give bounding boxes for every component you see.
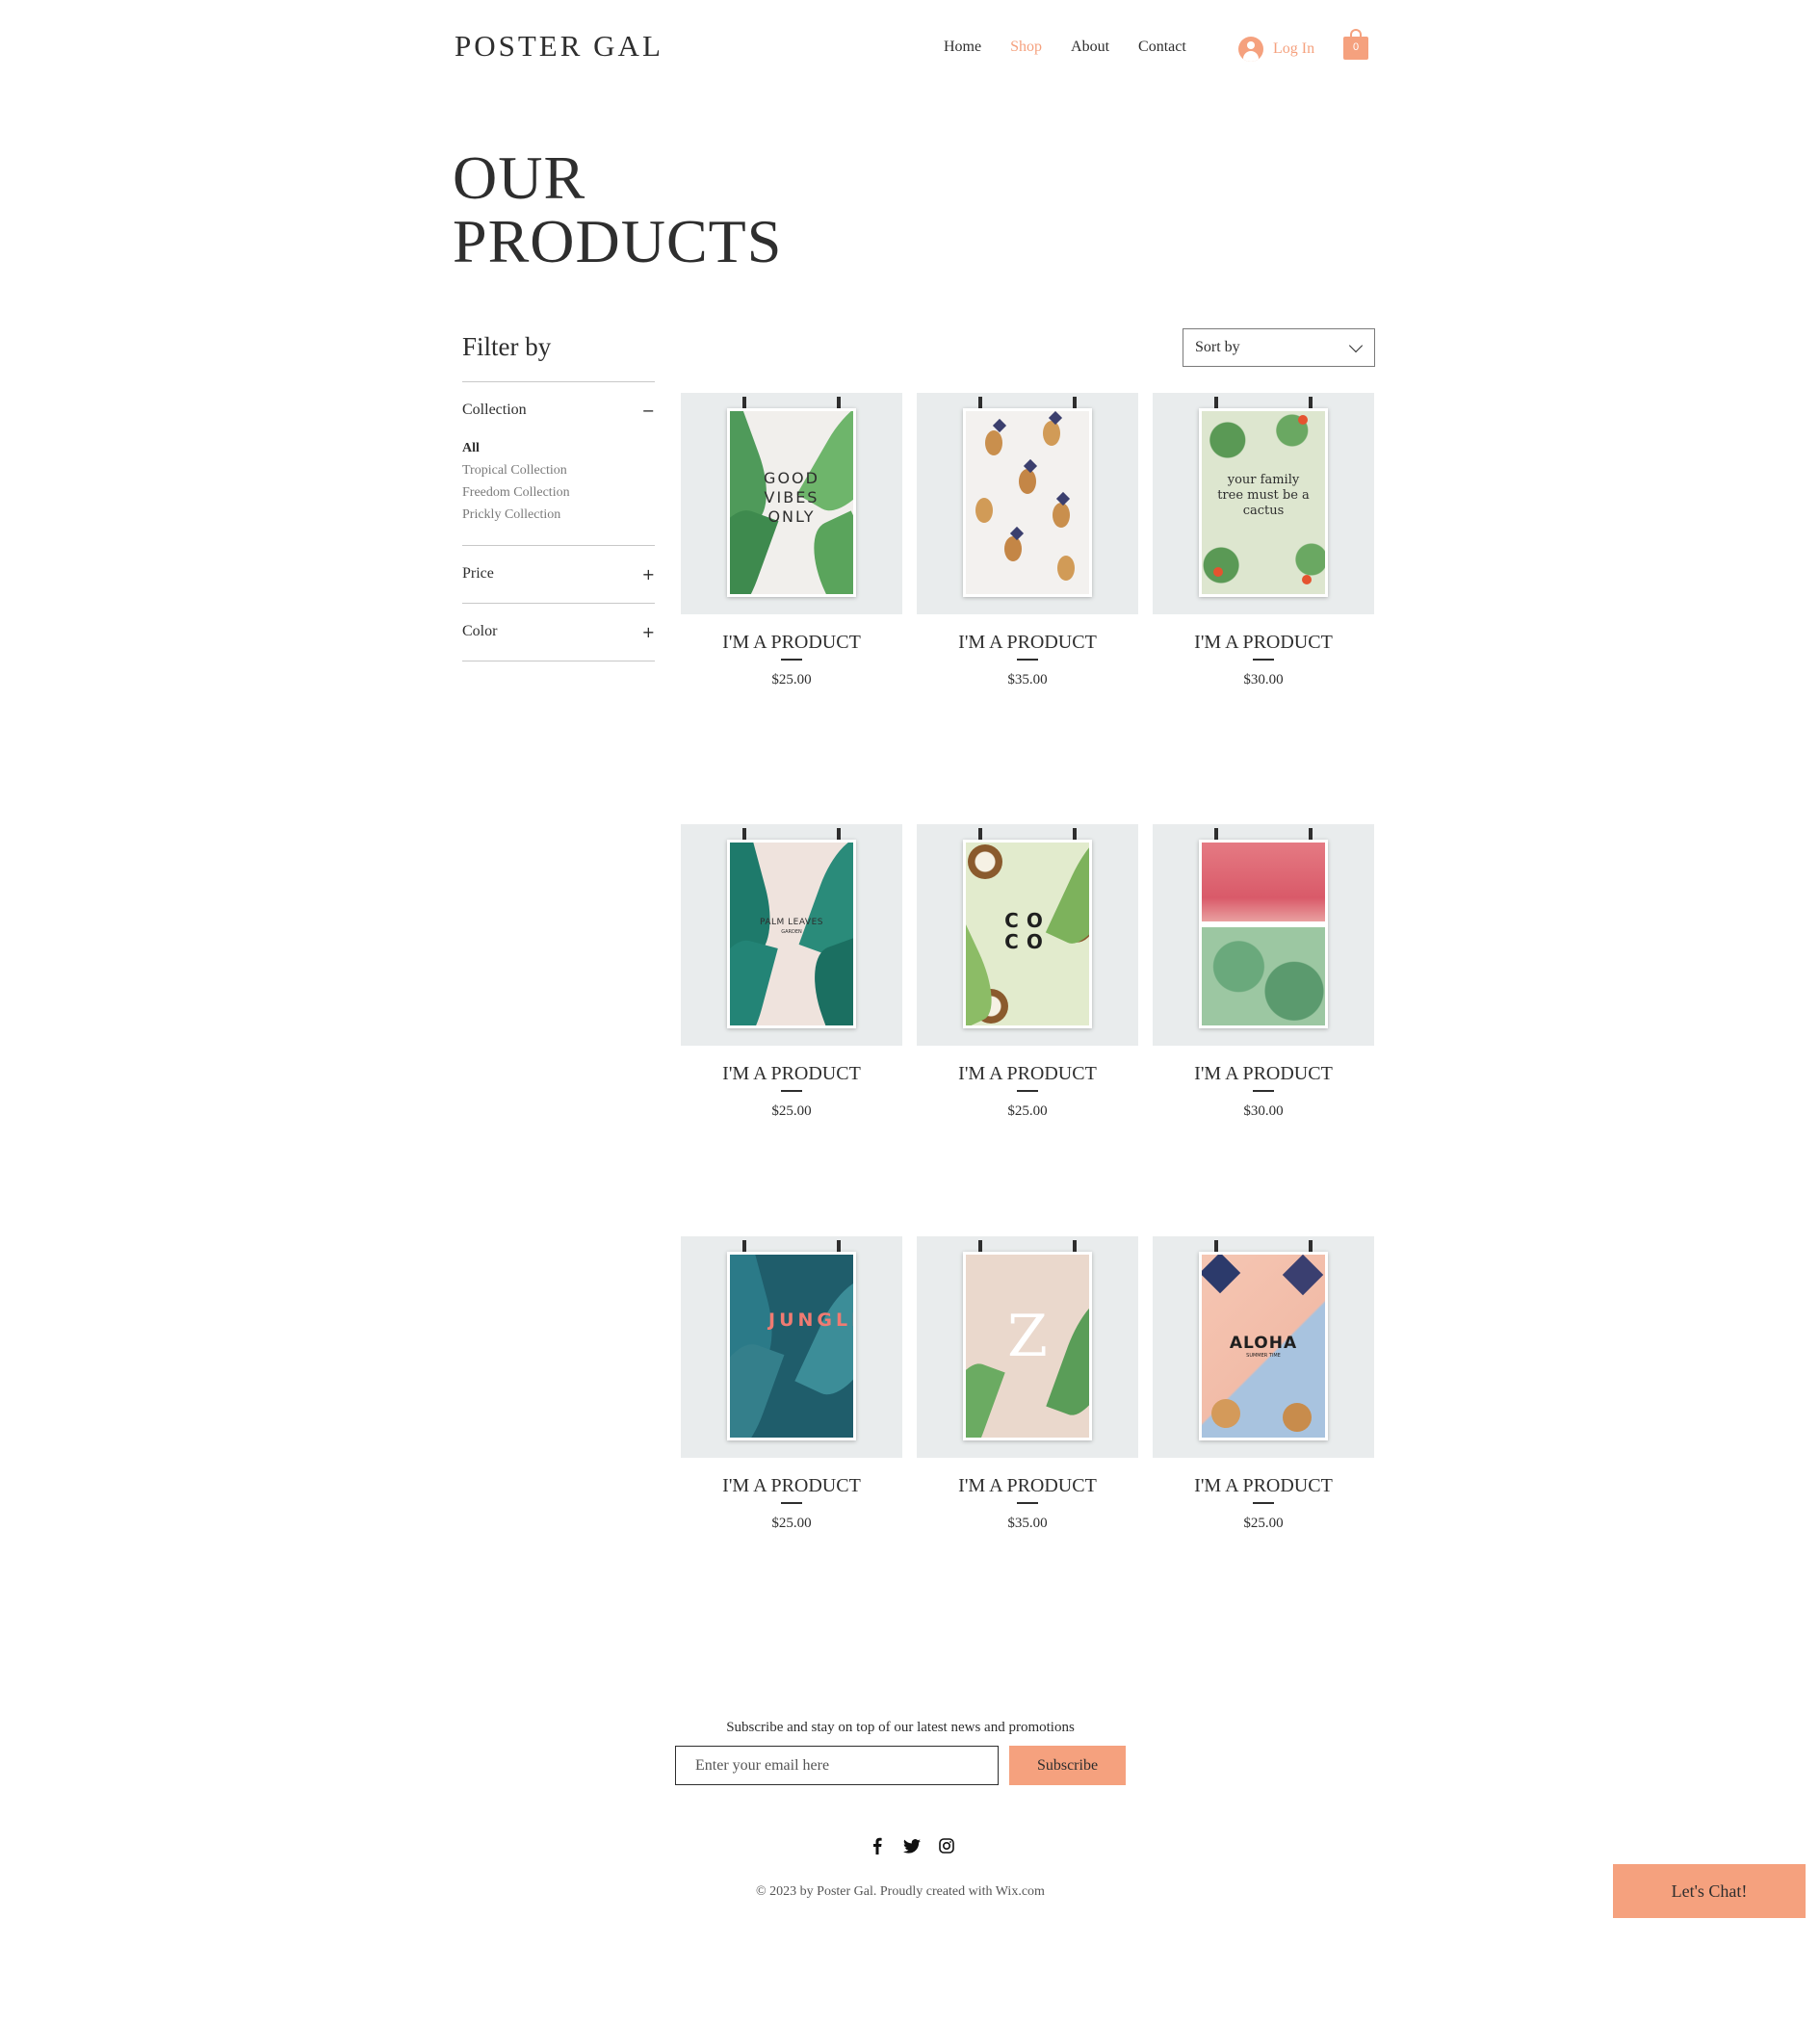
minus-icon: − [641,402,655,420]
cart-button[interactable]: 0 [1343,29,1368,60]
chat-button[interactable]: Let's Chat! [1613,1864,1806,1918]
collection-item-prickly[interactable]: Prickly Collection [462,504,655,526]
poster-art: GOOD VIBES ONLY [727,408,856,597]
product-price: $25.00 [1243,1516,1284,1531]
email-input[interactable] [675,1746,999,1785]
subscribe-button[interactable]: Subscribe [1009,1746,1126,1785]
nav-shop[interactable]: Shop [1010,39,1042,56]
product-card[interactable]: your family tree must be a cactus I'M A … [1153,393,1374,688]
product-card[interactable]: I'M A PRODUCT $35.00 [917,393,1138,688]
product-price: $35.00 [1007,672,1048,687]
product-image[interactable]: your family tree must be a cactus [1153,393,1374,614]
product-price: $25.00 [771,672,812,687]
chevron-down-icon [1348,338,1364,353]
sort-dropdown[interactable]: Sort by [1183,328,1375,367]
product-card[interactable]: GOOD VIBES ONLY I'M A PRODUCT $25.00 [681,393,902,688]
avatar-icon [1238,37,1263,62]
plus-icon: + [641,623,655,641]
product-card[interactable]: I'M A PRODUCT $30.00 [1153,824,1374,1120]
product-image[interactable]: CO CO [917,824,1138,1046]
collection-list: All Tropical Collection Freedom Collecti… [462,437,655,526]
copyright-text: © 2023 by Poster Gal. Proudly created wi… [756,1884,1045,1899]
filter-collection: Collection − All Tropical Collection Fre… [462,382,655,545]
product-card[interactable]: Z I'M A PRODUCT $35.00 [917,1236,1138,1532]
main-nav: Home Shop About Contact [944,39,1186,56]
nav-about[interactable]: About [1071,39,1109,56]
poster-art: JUNGLE [727,1252,856,1440]
product-image[interactable] [917,393,1138,614]
filter-price: Price + [462,546,655,603]
filter-color: Color + [462,604,655,661]
poster-art: PALM LEAVES GARDEN [727,840,856,1028]
product-name[interactable]: I'M A PRODUCT [917,630,1138,655]
product-card[interactable]: CO CO I'M A PRODUCT $25.00 [917,824,1138,1120]
product-image[interactable]: Z [917,1236,1138,1458]
product-price: $25.00 [771,1516,812,1531]
social-links [869,1837,955,1854]
logo-text: POSTER GAL [455,29,663,63]
nav-contact[interactable]: Contact [1138,39,1186,56]
product-name[interactable]: I'M A PRODUCT [681,1061,902,1086]
page-title: OUR PRODUCTS [453,143,783,275]
product-price: $25.00 [771,1103,812,1119]
product-name[interactable]: I'M A PRODUCT [1153,1473,1374,1498]
login-button[interactable]: Log In [1238,37,1314,62]
poster-art: CO CO [963,840,1092,1028]
product-name[interactable]: I'M A PRODUCT [1153,1061,1374,1086]
product-name[interactable]: I'M A PRODUCT [681,1473,902,1498]
product-card[interactable]: JUNGLE I'M A PRODUCT $25.00 [681,1236,902,1532]
product-card[interactable]: ALOHA SUMMER TIME I'M A PRODUCT $25.00 [1153,1236,1374,1532]
site-logo[interactable]: POSTER GAL [455,29,663,64]
collection-item-tropical[interactable]: Tropical Collection [462,459,655,481]
instagram-icon[interactable] [938,1837,955,1854]
poster-art: ALOHA SUMMER TIME [1199,1252,1328,1440]
nav-home[interactable]: Home [944,39,981,56]
poster-art [963,408,1092,597]
subscribe-text: Subscribe and stay on top of our latest … [726,1720,1075,1735]
product-card[interactable]: PALM LEAVES GARDEN I'M A PRODUCT $25.00 [681,824,902,1120]
filter-collection-header[interactable]: Collection − [462,402,655,420]
product-image[interactable]: GOOD VIBES ONLY [681,393,902,614]
cart-count: 0 [1352,41,1360,53]
filter-title: Filter by [462,332,552,361]
product-name[interactable]: I'M A PRODUCT [681,630,902,655]
product-price: $30.00 [1243,672,1284,687]
poster-art: Z [963,1252,1092,1440]
twitter-icon[interactable] [903,1837,921,1854]
collection-item-all[interactable]: All [462,437,655,459]
filter-price-header[interactable]: Price + [462,565,655,584]
collection-item-freedom[interactable]: Freedom Collection [462,481,655,504]
filter-color-header[interactable]: Color + [462,623,655,641]
product-name[interactable]: I'M A PRODUCT [917,1473,1138,1498]
filter-panel: Collection − All Tropical Collection Fre… [462,381,655,661]
facebook-icon[interactable] [869,1837,886,1854]
product-name[interactable]: I'M A PRODUCT [917,1061,1138,1086]
poster-art [1199,840,1328,1028]
product-price: $30.00 [1243,1103,1284,1119]
poster-art: your family tree must be a cactus [1199,408,1328,597]
product-price: $35.00 [1007,1516,1048,1531]
plus-icon: + [641,565,655,584]
product-name[interactable]: I'M A PRODUCT [1153,630,1374,655]
product-image[interactable] [1153,824,1374,1046]
product-image[interactable]: PALM LEAVES GARDEN [681,824,902,1046]
product-image[interactable]: JUNGLE [681,1236,902,1458]
product-price: $25.00 [1007,1103,1048,1119]
product-image[interactable]: ALOHA SUMMER TIME [1153,1236,1374,1458]
login-label: Log In [1273,40,1315,57]
